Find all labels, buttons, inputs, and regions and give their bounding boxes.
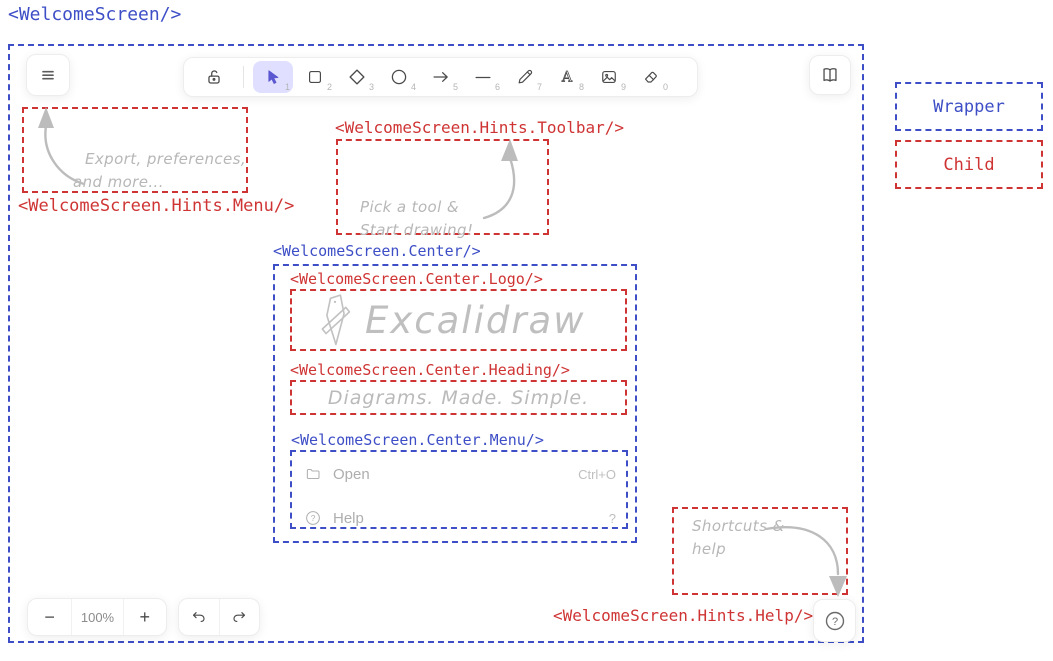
history-controls bbox=[178, 598, 260, 636]
pencil-icon bbox=[515, 67, 535, 87]
ellipse-icon bbox=[388, 66, 410, 88]
tool-shortcut-label: 1 bbox=[285, 82, 290, 92]
tool-shortcut-label: 3 bbox=[369, 82, 374, 92]
toolbar: 1 2 3 4 5 bbox=[183, 57, 698, 97]
redo-button[interactable] bbox=[219, 599, 259, 635]
page-title: <WelcomeScreen/> bbox=[8, 4, 181, 25]
center-menu-box: Open Ctrl+O ? Help ? bbox=[290, 450, 628, 529]
svg-text:?: ? bbox=[311, 514, 316, 523]
zoom-controls: − 100% + bbox=[27, 598, 167, 636]
tool-shortcut-label: 2 bbox=[327, 82, 332, 92]
hamburger-icon bbox=[36, 63, 60, 87]
center-label: <WelcomeScreen.Center/> bbox=[273, 242, 481, 260]
welcome-screen-doc-figure: <WelcomeScreen/> 1 bbox=[0, 0, 1053, 661]
center-logo-label: <WelcomeScreen.Center.Logo/> bbox=[290, 270, 543, 288]
menu-item-help[interactable]: ? Help ? bbox=[304, 503, 616, 533]
undo-button[interactable] bbox=[179, 599, 219, 635]
menu-item-label: Help bbox=[333, 510, 364, 527]
menu-item-label: Open bbox=[333, 466, 370, 483]
zoom-level: 100% bbox=[81, 610, 114, 625]
legend-wrapper-label: Wrapper bbox=[933, 97, 1005, 117]
cursor-arrow-icon bbox=[263, 67, 283, 87]
legend-child-box: Child bbox=[895, 140, 1043, 189]
redo-icon bbox=[229, 607, 249, 627]
hints-menu-label: <WelcomeScreen.Hints.Menu/> bbox=[18, 196, 294, 216]
legend-child-label: Child bbox=[943, 155, 994, 175]
minus-icon: − bbox=[44, 607, 55, 628]
draw-tool-button[interactable]: 7 bbox=[505, 61, 545, 93]
ellipse-tool-button[interactable]: 4 bbox=[379, 61, 419, 93]
eraser-icon bbox=[641, 67, 661, 87]
plus-icon: + bbox=[140, 607, 151, 628]
center-heading-label: <WelcomeScreen.Center.Heading/> bbox=[290, 361, 570, 379]
hint-menu-text: Export, preferences, and more... bbox=[85, 148, 246, 193]
tool-shortcut-label: 7 bbox=[537, 82, 542, 92]
selection-tool-button[interactable]: 1 bbox=[253, 61, 293, 93]
text-icon: A bbox=[557, 67, 577, 87]
center-heading-text: Diagrams. Made. Simple. bbox=[328, 387, 589, 409]
tool-shortcut-label: 0 bbox=[663, 82, 668, 92]
image-tool-button[interactable]: 9 bbox=[589, 61, 629, 93]
tool-shortcut-label: 5 bbox=[453, 82, 458, 92]
eraser-tool-button[interactable]: 0 bbox=[631, 61, 671, 93]
tool-shortcut-label: 8 bbox=[579, 82, 584, 92]
center-logo-box: Excalidraw bbox=[290, 289, 627, 351]
svg-text:A: A bbox=[561, 70, 573, 86]
menu-item-shortcut: ? bbox=[609, 511, 616, 526]
hint-toolbar-text: Pick a tool & Start drawing! bbox=[360, 196, 473, 241]
legend-wrapper-box: Wrapper bbox=[895, 82, 1043, 131]
line-tool-button[interactable]: 6 bbox=[463, 61, 503, 93]
rectangle-tool-button[interactable]: 2 bbox=[295, 61, 335, 93]
arrow-tool-button[interactable]: 5 bbox=[421, 61, 461, 93]
tool-shortcut-label: 6 bbox=[495, 82, 500, 92]
open-book-icon bbox=[819, 64, 841, 86]
question-circle-icon: ? bbox=[823, 609, 847, 633]
unlock-icon bbox=[203, 66, 225, 88]
rectangle-icon bbox=[305, 67, 325, 87]
diamond-icon bbox=[346, 66, 368, 88]
line-icon bbox=[472, 66, 494, 88]
zoom-out-button[interactable]: − bbox=[28, 599, 71, 635]
excalidraw-logo-icon bbox=[318, 292, 352, 348]
logo-wordmark: Excalidraw bbox=[365, 299, 585, 342]
center-heading-box: Diagrams. Made. Simple. bbox=[290, 380, 627, 415]
arrow-icon bbox=[430, 66, 452, 88]
hint-help-text: Shortcuts & help bbox=[692, 515, 785, 560]
hints-help-label: <WelcomeScreen.Hints.Help/> bbox=[553, 606, 813, 625]
lock-tool-button[interactable] bbox=[194, 61, 234, 93]
zoom-reset-button[interactable]: 100% bbox=[71, 599, 122, 635]
text-tool-button[interactable]: A 8 bbox=[547, 61, 587, 93]
zoom-in-button[interactable]: + bbox=[123, 599, 166, 635]
hints-toolbar-label: <WelcomeScreen.Hints.Toolbar/> bbox=[335, 118, 624, 137]
tool-shortcut-label: 9 bbox=[621, 82, 626, 92]
toolbar-divider bbox=[243, 66, 244, 88]
main-menu-button[interactable] bbox=[27, 55, 69, 95]
center-menu-label: <WelcomeScreen.Center.Menu/> bbox=[291, 431, 544, 449]
menu-item-shortcut: Ctrl+O bbox=[578, 467, 616, 482]
svg-text:?: ? bbox=[831, 616, 837, 628]
help-button[interactable]: ? bbox=[814, 600, 855, 641]
question-circle-icon: ? bbox=[304, 509, 322, 527]
folder-open-icon bbox=[304, 465, 322, 483]
undo-icon bbox=[189, 607, 209, 627]
library-button[interactable] bbox=[810, 56, 850, 94]
diamond-tool-button[interactable]: 3 bbox=[337, 61, 377, 93]
menu-item-open[interactable]: Open Ctrl+O bbox=[304, 459, 616, 489]
tool-shortcut-label: 4 bbox=[411, 82, 416, 92]
image-icon bbox=[599, 67, 619, 87]
